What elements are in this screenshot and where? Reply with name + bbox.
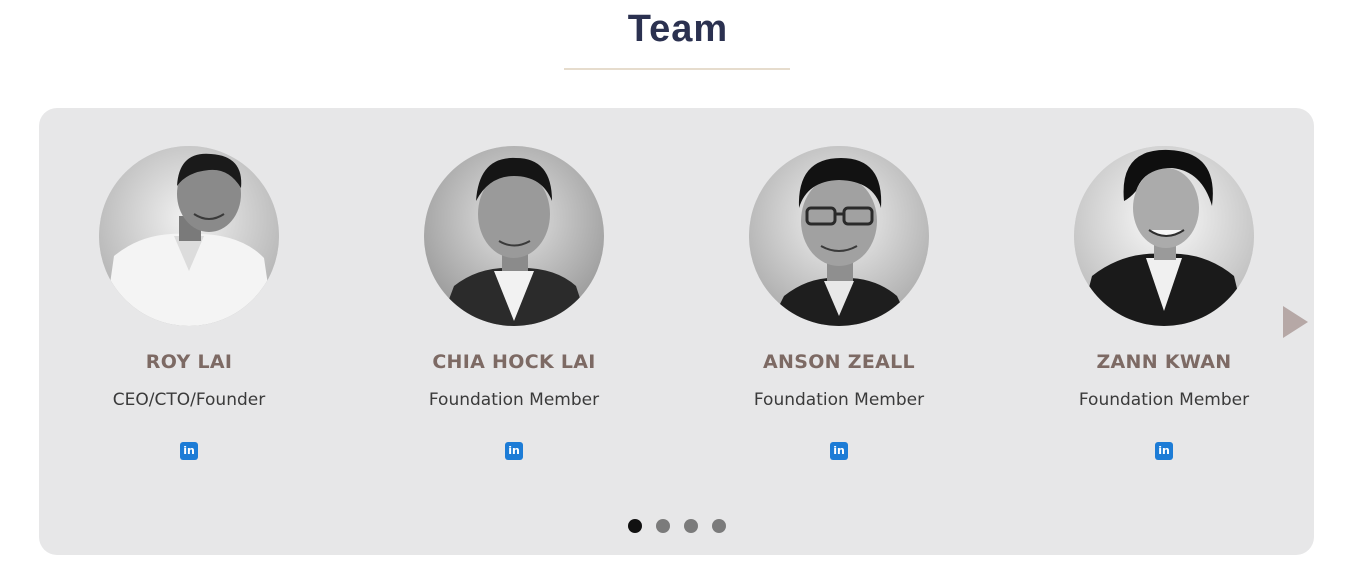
carousel-dot[interactable] <box>627 519 642 533</box>
member-photo <box>99 146 279 326</box>
member-card: CHIA HOCK LAI Foundation Member in <box>364 108 664 488</box>
team-section: Team ROY LAI CEO/CTO/Founder in CHIA HOC… <box>0 0 1356 574</box>
linkedin-icon[interactable]: in <box>1155 442 1173 460</box>
carousel-next-button[interactable] <box>1283 306 1308 338</box>
carousel-dot[interactable] <box>711 519 726 533</box>
title-underline <box>564 68 790 70</box>
member-photo-image <box>424 146 604 326</box>
member-role: Foundation Member <box>1078 390 1250 410</box>
team-carousel: ROY LAI CEO/CTO/Founder in CHIA HOCK LAI… <box>39 108 1314 555</box>
member-photo-image <box>1074 146 1254 326</box>
member-role: CEO/CTO/Founder <box>112 390 266 410</box>
member-name: ZANN KWAN <box>1096 351 1232 373</box>
member-role: Foundation Member <box>753 390 925 410</box>
linkedin-icon[interactable]: in <box>180 442 198 460</box>
member-name: ROY LAI <box>145 351 233 373</box>
linkedin-icon[interactable]: in <box>830 442 848 460</box>
member-role: Foundation Member <box>428 390 600 410</box>
section-title: Team <box>627 8 729 50</box>
member-photo <box>1074 146 1254 326</box>
linkedin-icon[interactable]: in <box>505 442 523 460</box>
member-photo-image <box>99 146 279 326</box>
member-name: CHIA HOCK LAI <box>432 351 596 373</box>
carousel-pagination <box>39 519 1314 533</box>
member-photo-image <box>749 146 929 326</box>
member-card: ROY LAI CEO/CTO/Founder in <box>39 108 339 488</box>
carousel-dot[interactable] <box>655 519 670 533</box>
carousel-dot[interactable] <box>683 519 698 533</box>
member-photo <box>749 146 929 326</box>
member-card: ANSON ZEALL Foundation Member in <box>689 108 989 488</box>
member-photo <box>424 146 604 326</box>
member-name: ANSON ZEALL <box>763 351 915 373</box>
member-card: ZANN KWAN Foundation Member in <box>1014 108 1314 488</box>
